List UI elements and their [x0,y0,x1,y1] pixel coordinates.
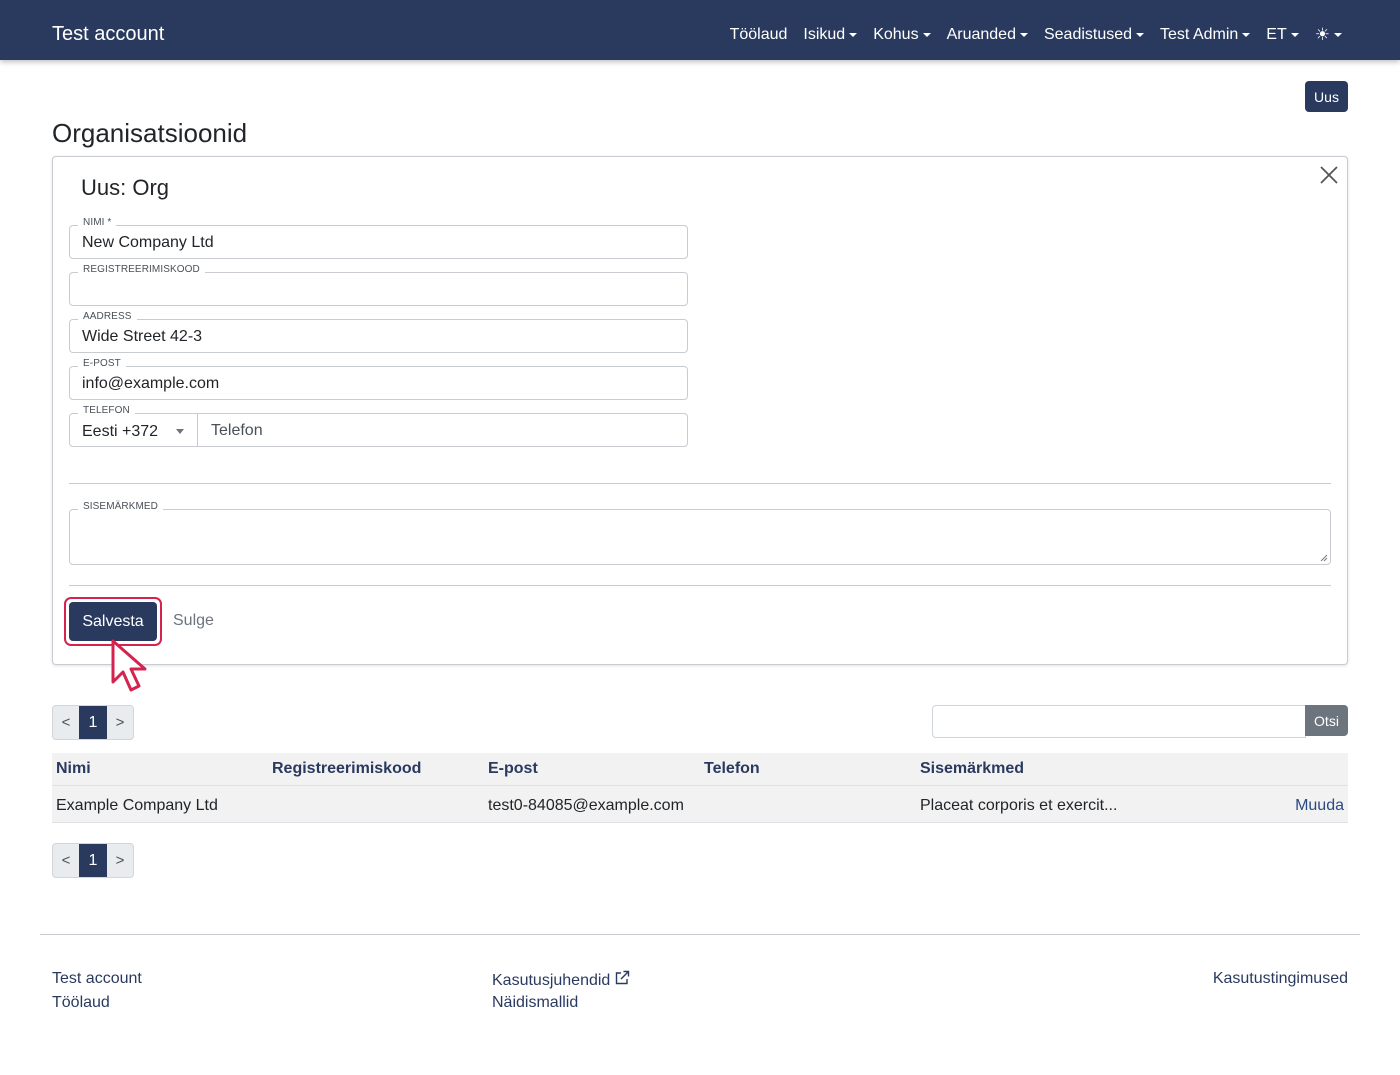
name-input[interactable] [82,234,677,252]
close-form-button[interactable]: Sulge [173,612,214,630]
email-field: E-post [69,358,688,400]
caret-down-icon [1019,33,1028,37]
country-code-value: Eesti +372 [82,423,159,440]
resize-handle-icon[interactable] [1320,554,1328,562]
notes-textarea[interactable] [82,520,1318,556]
page-button-current[interactable]: 1 [79,844,107,877]
nav-item-toolaud[interactable]: Töölaud [730,24,788,46]
regcode-field: Registreerimiskood [69,264,688,306]
prev-page-button[interactable]: < [53,844,79,877]
column-header-notes[interactable]: Sisemärkmed [920,760,1024,778]
nav-item-isikud[interactable]: Isikud [803,24,858,46]
cell-notes: Placeat corporis et exercit... [920,797,1118,814]
next-page-button[interactable]: > [107,844,133,877]
footer-link-terms[interactable]: Kasutustingimused [1213,970,1348,988]
theme-toggle[interactable]: ☀ [1315,25,1342,45]
edit-link[interactable]: Muuda [1295,797,1344,815]
sun-icon: ☀ [1314,25,1330,44]
table-row: Example Company Ltd test0-84085@example.… [52,786,1348,823]
address-label: Aadress [78,311,137,323]
search-button[interactable]: Otsi [1305,705,1348,736]
column-header-regcode[interactable]: Registreerimiskood [272,760,421,778]
caret-down-icon [1334,33,1342,37]
mouse-pointer-icon [111,639,147,692]
regcode-input[interactable] [82,281,677,299]
nav-item-language[interactable]: ET [1266,24,1299,46]
name-field: Nimi * [69,217,688,259]
caret-down-icon [849,33,858,37]
column-header-name[interactable]: Nimi [56,760,91,778]
caret-down-icon [1136,33,1145,37]
divider [69,483,1331,484]
nav-menu: Töölaud Isikud Kohus Aruanded Seadistuse… [730,24,1342,46]
column-header-phone[interactable]: Telefon [704,760,760,778]
prev-page-button[interactable]: < [53,706,79,739]
phone-input[interactable] [211,422,671,440]
chevron-down-icon [176,429,184,434]
phone-label: Telefon [78,405,135,417]
brand-title[interactable]: Test account [52,22,164,46]
email-label: E-post [78,358,126,370]
nav-item-aruanded[interactable]: Aruanded [947,24,1028,46]
table-header: Nimi Registreerimiskood E-post Telefon S… [52,753,1348,786]
phone-field: Eesti +372 Telefon [69,405,688,447]
divider [69,585,1331,586]
notes-label: Sisemärkmed [78,501,164,513]
address-input[interactable] [82,328,677,346]
caret-down-icon [1242,33,1251,37]
cell-email: test0-84085@example.com [488,797,684,814]
external-link-icon [616,970,630,985]
address-field: Aadress [69,311,688,353]
footer-link-manuals-label: Kasutusjuhendid [492,972,611,989]
organizations-table: Nimi Registreerimiskood E-post Telefon S… [52,753,1348,823]
notes-field: Sisemärkmed [69,501,1331,565]
page-button-current[interactable]: 1 [79,706,107,739]
save-button[interactable]: Salvesta [69,602,157,641]
nav-item-kohus[interactable]: Kohus [873,24,931,46]
column-header-email[interactable]: E-post [488,760,538,778]
search-input[interactable] [932,705,1306,738]
country-code-select[interactable]: Eesti +372 [70,414,198,446]
caret-down-icon [922,33,931,37]
footer-link-dashboard[interactable]: Töölaud [52,994,110,1012]
new-button[interactable]: Uus [1305,81,1348,112]
nav-item-user[interactable]: Test Admin [1160,24,1251,46]
email-input[interactable] [82,375,677,393]
pagination-top: < 1 > [52,705,134,740]
footer-link-account[interactable]: Test account [52,970,142,988]
name-label: Nimi * [78,217,117,229]
footer-link-manuals[interactable]: Kasutusjuhendid [492,970,630,990]
footer-divider [40,934,1360,935]
new-org-form-card: Uus: Org Nimi * Registreerimiskood Aadre… [52,156,1348,665]
caret-down-icon [1290,33,1299,37]
footer-link-templates[interactable]: Näidismallid [492,994,578,1012]
next-page-button[interactable]: > [107,706,133,739]
cell-name: Example Company Ltd [56,797,218,814]
page-title: Organisatsioonid [52,118,248,148]
form-title: Uus: Org [81,175,170,200]
nav-item-seadistused[interactable]: Seadistused [1044,24,1145,46]
close-icon[interactable] [1318,164,1340,186]
pagination-bottom: < 1 > [52,843,134,878]
top-navbar: Test account Töölaud Isikud Kohus Aruand… [0,0,1400,60]
regcode-label: Registreerimiskood [78,264,205,276]
